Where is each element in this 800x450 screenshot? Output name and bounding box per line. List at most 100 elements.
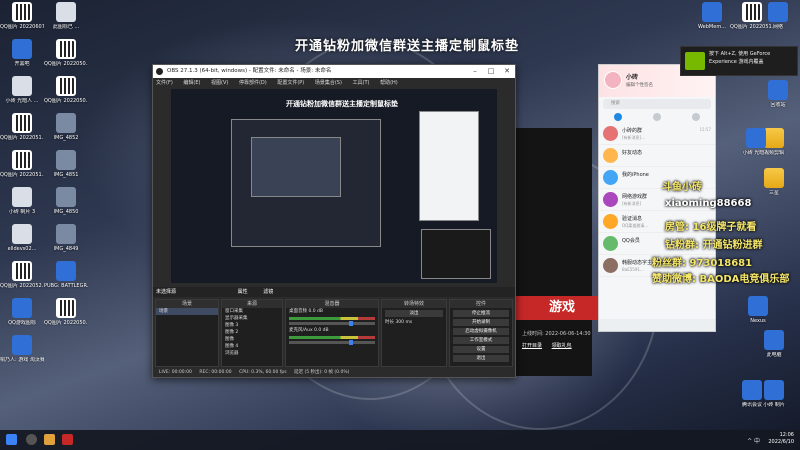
menu-profile[interactable]: 配置文件(P) [277,80,304,86]
desktop-icon[interactable]: Nexus [736,296,780,336]
dropped-frames-text: 延迟 (5 秒出): 0 帧 (0.0%) [294,370,350,375]
tab-contacts-icon[interactable] [652,113,661,121]
settings-button[interactable]: 设置 [453,346,509,353]
avatar [603,236,618,251]
menu-edit[interactable]: 编辑(E) [183,80,200,86]
qq-conversation-item[interactable]: 小砖的群 [有新消息]... 15:57 [599,123,715,145]
desktop-icon[interactable]: 三星 [752,168,796,208]
desktop-icon[interactable]: QQ图片 2022051... [0,113,44,153]
desktop-icon[interactable]: 小砖 制片 3 [0,187,44,227]
start-recording-button[interactable]: 开始录制 [453,319,509,326]
source-item[interactable]: 图像 3 [222,322,282,329]
tab-messages-icon[interactable] [614,113,623,121]
img-icon [56,224,76,244]
claim-gift-link[interactable]: 领取礼包 [552,343,572,349]
tab-space-icon[interactable] [691,113,700,121]
desktop-icon[interactable]: 小砖 制片 [752,380,796,420]
desktop-icon-label: 网络 [772,24,783,30]
desktop-icon[interactable]: QQ图片 2022050... [44,76,88,116]
taskbar-clock[interactable]: 12:06 2022/6/10 [768,432,794,446]
desktop-icon[interactable]: QQ图片 2022050... [44,39,88,79]
desktop-icon[interactable]: IMG_4851 [44,150,88,190]
stop-streaming-button[interactable]: 停止推流 [453,310,509,317]
obs-window[interactable]: OBS 27.1.3 (64-bit, windows) - 配置文件: 未命名… [152,64,516,378]
avatar [603,192,618,207]
open-directory-link[interactable]: 打开目录 [522,343,542,349]
obs-taskbar-icon[interactable] [26,434,37,445]
virtual-camera-button[interactable]: 启动虚拟摄像机 [453,328,509,335]
maximize-icon[interactable]: □ [483,65,499,78]
source-item[interactable]: 浏览器 [222,350,282,357]
slider-handle[interactable] [349,340,354,345]
qq-search-input[interactable]: 搜索 [603,99,711,109]
conversation-preview: BaE5591... [622,267,644,272]
app-icon [12,335,32,355]
source-item[interactable]: 窗口采集 [222,308,282,315]
desktop-icon[interactable]: QQ图片 2022052... [0,261,44,301]
desktop-icon[interactable]: IMG_4852 [44,113,88,153]
no-source-selected-text: 未选择源 [156,289,177,295]
menu-view[interactable]: 视图(V) [211,80,228,86]
explorer-taskbar-icon[interactable] [44,434,55,445]
source-item[interactable]: 图像 4 [222,343,282,350]
volume-slider[interactable] [289,340,375,345]
desktop-icon[interactable]: IMG_4849 [44,224,88,264]
start-game-button[interactable]: 游戏 [514,296,610,320]
properties-button[interactable]: 属性 [238,289,248,295]
avatar[interactable] [604,71,622,89]
desktop-icon[interactable]: elldevs02... [0,224,44,264]
desktop-icon[interactable]: 此电脑 [752,330,796,370]
desktop-icon[interactable]: WebMem... [690,2,734,42]
menu-scene-collection[interactable]: 场景集合(S) [315,80,342,86]
system-tray[interactable]: ^ 中 [747,436,760,445]
close-icon[interactable]: ✕ [499,65,515,78]
desktop-icon[interactable]: 小砖 光暗人 [734,128,778,168]
desktop-icon[interactable]: IMG_4850 [44,187,88,227]
overlay-text-line: 粉丝群: 973018681 [652,258,753,269]
desktop-icon[interactable]: 开黑吧 [0,39,44,79]
desktop-icon[interactable]: 桐乃人: 游戏 淘汰赛 [0,335,44,375]
desktop-icon[interactable]: QQ图片 20220607 [0,2,44,42]
qq-conversation-item[interactable]: 好友动态 [599,145,715,167]
desktop-icon-label: 此电脑 [766,352,782,358]
minimize-icon[interactable]: – [467,65,483,78]
desktop-icon[interactable]: 回收站 [756,80,800,120]
desktop-icon-label: QQ图片 2022051... [0,135,44,141]
menu-docks[interactable]: 停靠部件(D) [239,80,267,86]
studio-mode-button[interactable]: 工作室模式 [453,337,509,344]
preview-nested-obs-inner [251,137,341,197]
obs-titlebar[interactable]: OBS 27.1.3 (64-bit, windows) - 配置文件: 未命名… [153,65,515,78]
qq-bottom-toolbar[interactable] [599,319,715,331]
slider-handle[interactable] [349,321,354,326]
menu-help[interactable]: 帮助(H) [380,80,398,86]
start-menu-icon[interactable] [6,434,17,445]
source-item[interactable]: 显示器采集 [222,315,282,322]
volume-slider[interactable] [289,321,375,326]
app-taskbar-icon[interactable] [62,434,73,445]
desktop-icon[interactable]: 网络 [756,2,800,42]
filters-button[interactable]: 滤镜 [263,289,273,295]
source-item[interactable]: 图像 [222,336,282,343]
geforce-notification[interactable]: 按下 Alt+Z, 使用 GeForce Experience 游戏内覆盖 [680,46,798,76]
desktop-icon[interactable]: PUBG: BATTLEGR... [44,261,88,301]
desktop-icon[interactable]: 小砖 光暗人 ... [0,76,44,116]
menu-tools[interactable]: 工具(T) [353,80,370,86]
doc-icon [12,224,32,244]
desktop-icon-label: 小砖 制片 3 [8,209,36,215]
qq-signature[interactable]: 编辑个性签名 [626,82,653,88]
transition-select[interactable]: 淡出 [385,310,443,317]
desktop-icon[interactable]: QQ图片 2022050... [44,298,88,338]
mixer-channel-name: 桌面音频 [289,309,307,314]
duration-value[interactable]: 300 ms [395,320,412,325]
conversation-name: 验证消息 [622,216,643,222]
obs-logo-icon [156,68,163,75]
exit-button[interactable]: 退出 [453,355,509,362]
desktop-icon-label: IMG_4851 [53,172,79,178]
scene-item[interactable]: 场景 [156,308,218,315]
menu-file[interactable]: 文件(F) [156,80,173,86]
desktop-icon[interactable]: 此图标已 ... [44,2,88,42]
obs-preview-canvas[interactable]: 开通钻粉加微信群送主播定制鼠标垫 [171,89,497,283]
desktop-icon[interactable]: QQ图片 2022051... [0,150,44,190]
desktop-icon[interactable]: QQ游戏图标 [0,298,44,338]
source-item[interactable]: 图像 2 [222,329,282,336]
